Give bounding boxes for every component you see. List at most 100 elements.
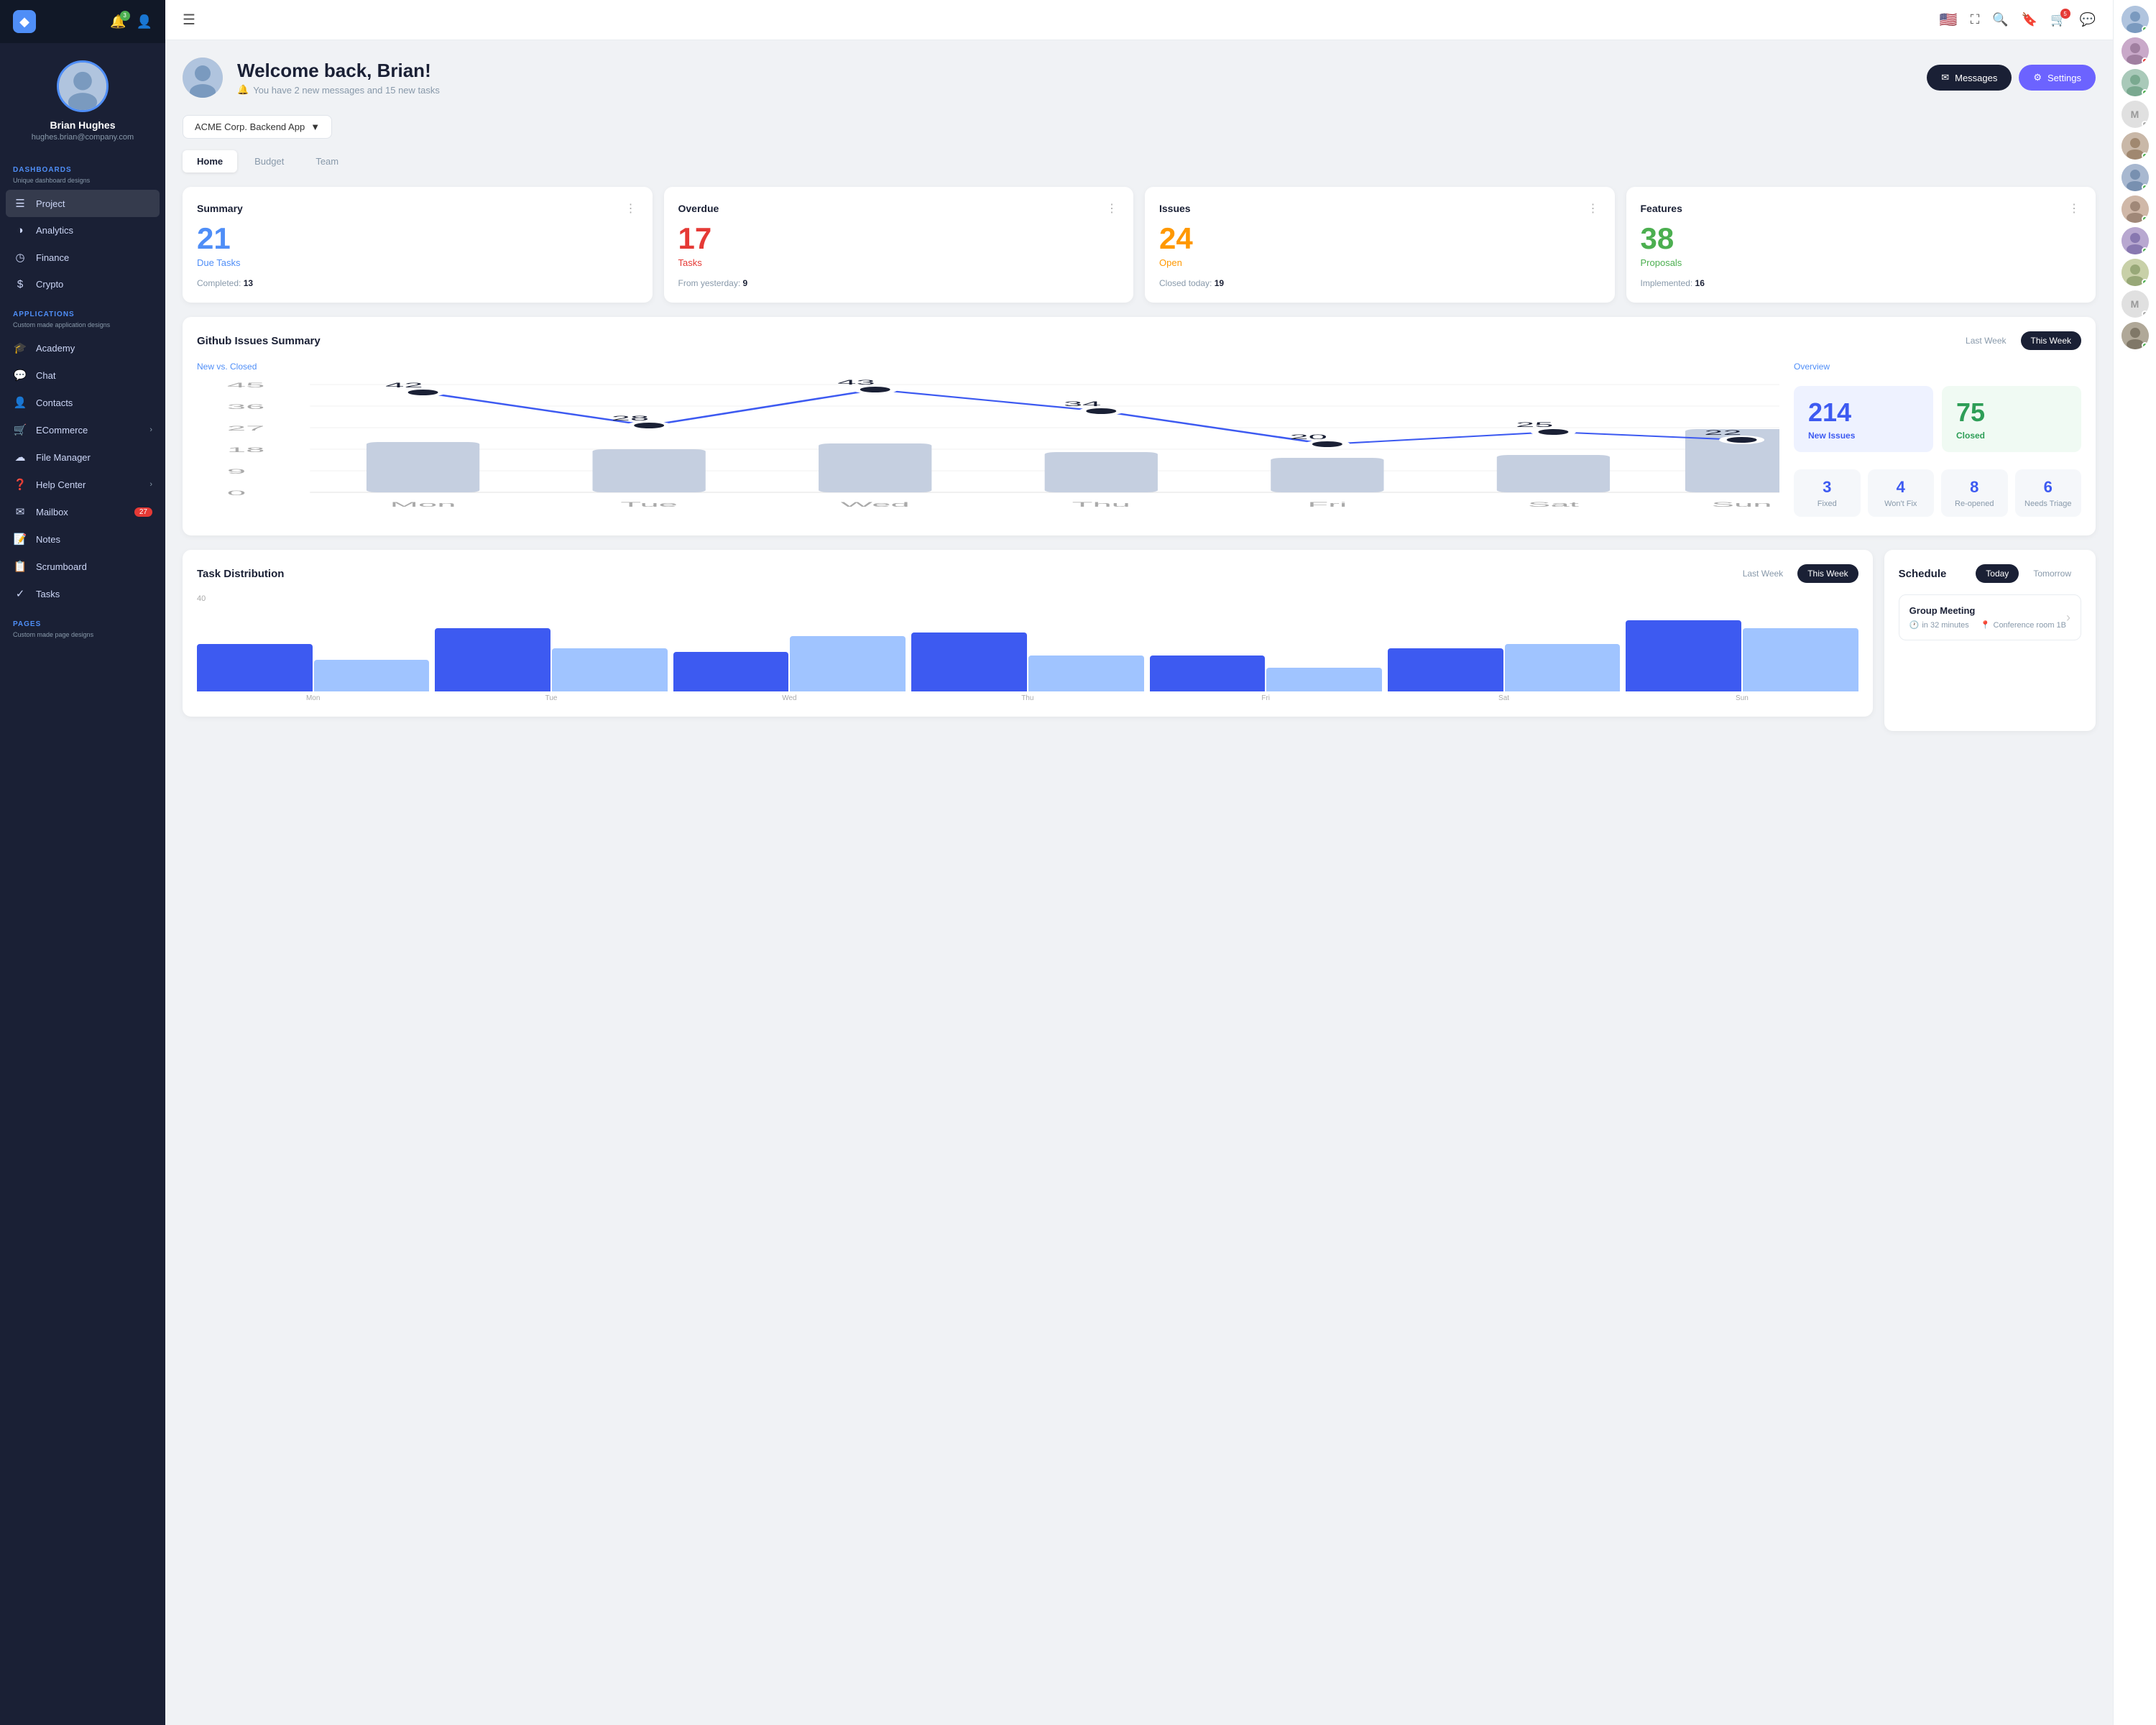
sidebar-item-label-tasks: Tasks bbox=[36, 589, 60, 599]
app-logo[interactable]: ◆ bbox=[13, 10, 36, 33]
sidebar-item-scrumboard[interactable]: 📋 Scrumboard bbox=[0, 553, 165, 580]
avatar-dot-m1 bbox=[2142, 121, 2148, 127]
contacts-icon: 👤 bbox=[13, 396, 27, 409]
sidebar-item-project[interactable]: ☰ Project bbox=[6, 190, 160, 217]
avatar-dot-8 bbox=[2142, 279, 2148, 285]
stat-card-menu-features[interactable]: ⋮ bbox=[2068, 201, 2081, 216]
tab-home[interactable]: Home bbox=[183, 150, 237, 172]
sidebar-item-label-academy: Academy bbox=[36, 343, 75, 354]
applications-section-label: APPLICATIONS bbox=[0, 298, 165, 321]
right-avatar-m2[interactable]: M bbox=[2122, 290, 2149, 318]
stat-card-menu-summary[interactable]: ⋮ bbox=[625, 201, 638, 216]
group-meeting-info: Group Meeting 🕐 in 32 minutes 📍 Conferen… bbox=[1909, 605, 2066, 630]
sidebar-item-filemanager[interactable]: ☁ File Manager bbox=[0, 443, 165, 471]
right-avatar-9[interactable] bbox=[2122, 322, 2149, 349]
right-avatar-2[interactable] bbox=[2122, 37, 2149, 65]
task-dist-this-week-btn[interactable]: This Week bbox=[1797, 564, 1858, 583]
sidebar-item-analytics[interactable]: ◑ Analytics bbox=[0, 217, 165, 244]
meeting-arrow-icon[interactable]: › bbox=[2066, 610, 2070, 625]
schedule-tomorrow-btn[interactable]: Tomorrow bbox=[2023, 564, 2081, 583]
task-bar-mon-2 bbox=[314, 660, 430, 691]
schedule-header: Schedule Today Tomorrow bbox=[1899, 564, 2081, 583]
svg-text:28: 28 bbox=[612, 415, 649, 422]
flag-icon[interactable]: 🇺🇸 bbox=[1940, 11, 1958, 29]
stat-sub-summary: Completed: 13 bbox=[197, 278, 638, 288]
crypto-icon: $ bbox=[13, 278, 27, 290]
search-icon[interactable]: 🔍 bbox=[1992, 12, 2008, 27]
stat-card-menu-issues[interactable]: ⋮ bbox=[1588, 201, 1600, 216]
cart-badge: 5 bbox=[2060, 9, 2070, 19]
sidebar-item-helpcenter[interactable]: ❓ Help Center › bbox=[0, 471, 165, 498]
closed-issues-num: 75 bbox=[1956, 397, 2067, 428]
task-dist-last-week-btn[interactable]: Last Week bbox=[1733, 564, 1793, 583]
sidebar-item-contacts[interactable]: 👤 Contacts bbox=[0, 389, 165, 416]
message-topnav-icon[interactable]: 💬 bbox=[2080, 12, 2096, 27]
tab-team[interactable]: Team bbox=[301, 150, 353, 172]
stat-label-issues: Open bbox=[1159, 257, 1600, 268]
svg-text:18: 18 bbox=[227, 446, 264, 454]
task-bar-fri-1 bbox=[1150, 656, 1266, 691]
settings-button[interactable]: ⚙ Settings bbox=[2019, 65, 2096, 91]
task-bar-tue-2 bbox=[552, 648, 668, 691]
task-bar-sat-2 bbox=[1505, 644, 1621, 691]
sidebar-item-academy[interactable]: 🎓 Academy bbox=[0, 334, 165, 362]
task-bar-sun-1 bbox=[1626, 620, 1741, 691]
task-bar-sun-2 bbox=[1743, 628, 1858, 691]
sidebar-item-chat[interactable]: 💬 Chat bbox=[0, 362, 165, 389]
bookmark-icon[interactable]: 🔖 bbox=[2022, 12, 2037, 27]
github-issues-header: Github Issues Summary Last Week This Wee… bbox=[197, 331, 2081, 350]
task-bar-fri: Fri bbox=[1150, 612, 1382, 702]
svg-text:27: 27 bbox=[227, 425, 264, 432]
svg-text:42: 42 bbox=[385, 382, 423, 389]
sidebar-item-ecommerce[interactable]: 🛒 ECommerce › bbox=[0, 416, 165, 443]
welcome-greeting: Welcome back, Brian! bbox=[237, 60, 440, 82]
notification-bell-wrap[interactable]: 🔔 3 bbox=[110, 14, 126, 29]
finance-icon: ◷ bbox=[13, 251, 27, 264]
sidebar-item-crypto[interactable]: $ Crypto bbox=[0, 271, 165, 298]
center-area: ☰ 🇺🇸 ⛶ 🔍 🔖 🛒 5 💬 bbox=[165, 0, 2113, 1725]
helpcenter-arrow-icon: › bbox=[149, 480, 152, 489]
filemanager-icon: ☁ bbox=[13, 451, 27, 464]
github-last-week-btn[interactable]: Last Week bbox=[1955, 331, 2016, 350]
sidebar-item-label-ecommerce: ECommerce bbox=[36, 425, 88, 436]
project-selector[interactable]: ACME Corp. Backend App ▼ bbox=[183, 115, 332, 139]
right-avatar-m1[interactable]: M bbox=[2122, 101, 2149, 128]
right-avatar-6[interactable] bbox=[2122, 196, 2149, 223]
schedule-today-btn[interactable]: Today bbox=[1976, 564, 2019, 583]
stat-sub-features: Implemented: 16 bbox=[1641, 278, 2082, 288]
sidebar-header: ◆ 🔔 3 👤 bbox=[0, 0, 165, 43]
menu-toggle-icon[interactable]: ☰ bbox=[183, 11, 195, 29]
tab-budget[interactable]: Budget bbox=[240, 150, 298, 172]
sidebar-item-tasks[interactable]: ✓ Tasks bbox=[0, 580, 165, 607]
task-bar-mon-1 bbox=[197, 644, 313, 691]
svg-text:0: 0 bbox=[227, 489, 246, 497]
right-avatar-7[interactable] bbox=[2122, 227, 2149, 254]
overview-label: Overview bbox=[1794, 362, 2081, 372]
stat-card-title-summary: Summary bbox=[197, 203, 243, 214]
right-avatar-3[interactable] bbox=[2122, 69, 2149, 96]
stat-card-menu-overdue[interactable]: ⋮ bbox=[1106, 201, 1119, 216]
sidebar-item-notes[interactable]: 📝 Notes bbox=[0, 525, 165, 553]
mini-num-wontfix: 4 bbox=[1876, 478, 1926, 497]
github-this-week-btn[interactable]: This Week bbox=[2021, 331, 2081, 350]
svg-text:Fri: Fri bbox=[1307, 501, 1347, 508]
meeting-location-item: 📍 Conference room 1B bbox=[1981, 620, 2066, 630]
right-avatar-1[interactable] bbox=[2122, 6, 2149, 33]
stat-card-header-summary: Summary ⋮ bbox=[197, 201, 638, 216]
fullscreen-icon[interactable]: ⛶ bbox=[1971, 12, 1980, 27]
notification-badge: 3 bbox=[120, 11, 130, 21]
sidebar-item-mailbox[interactable]: ✉ Mailbox 27 bbox=[0, 498, 165, 525]
topnav: ☰ 🇺🇸 ⛶ 🔍 🔖 🛒 5 💬 bbox=[165, 0, 2113, 40]
cart-wrap[interactable]: 🛒 5 bbox=[2050, 12, 2066, 27]
right-avatar-5[interactable] bbox=[2122, 164, 2149, 191]
right-avatar-4[interactable] bbox=[2122, 132, 2149, 160]
user-circle-icon[interactable]: 👤 bbox=[137, 14, 152, 29]
svg-text:Wed: Wed bbox=[841, 501, 910, 508]
new-issues-card: 214 New Issues bbox=[1794, 386, 1933, 452]
task-bar-label-thu: Thu bbox=[1021, 694, 1033, 702]
sidebar-item-label-scrumboard: Scrumboard bbox=[36, 561, 87, 572]
mini-num-fixed: 3 bbox=[1802, 478, 1852, 497]
sidebar-item-finance[interactable]: ◷ Finance bbox=[0, 244, 165, 271]
messages-button[interactable]: ✉ Messages bbox=[1927, 65, 2012, 91]
right-avatar-8[interactable] bbox=[2122, 259, 2149, 286]
